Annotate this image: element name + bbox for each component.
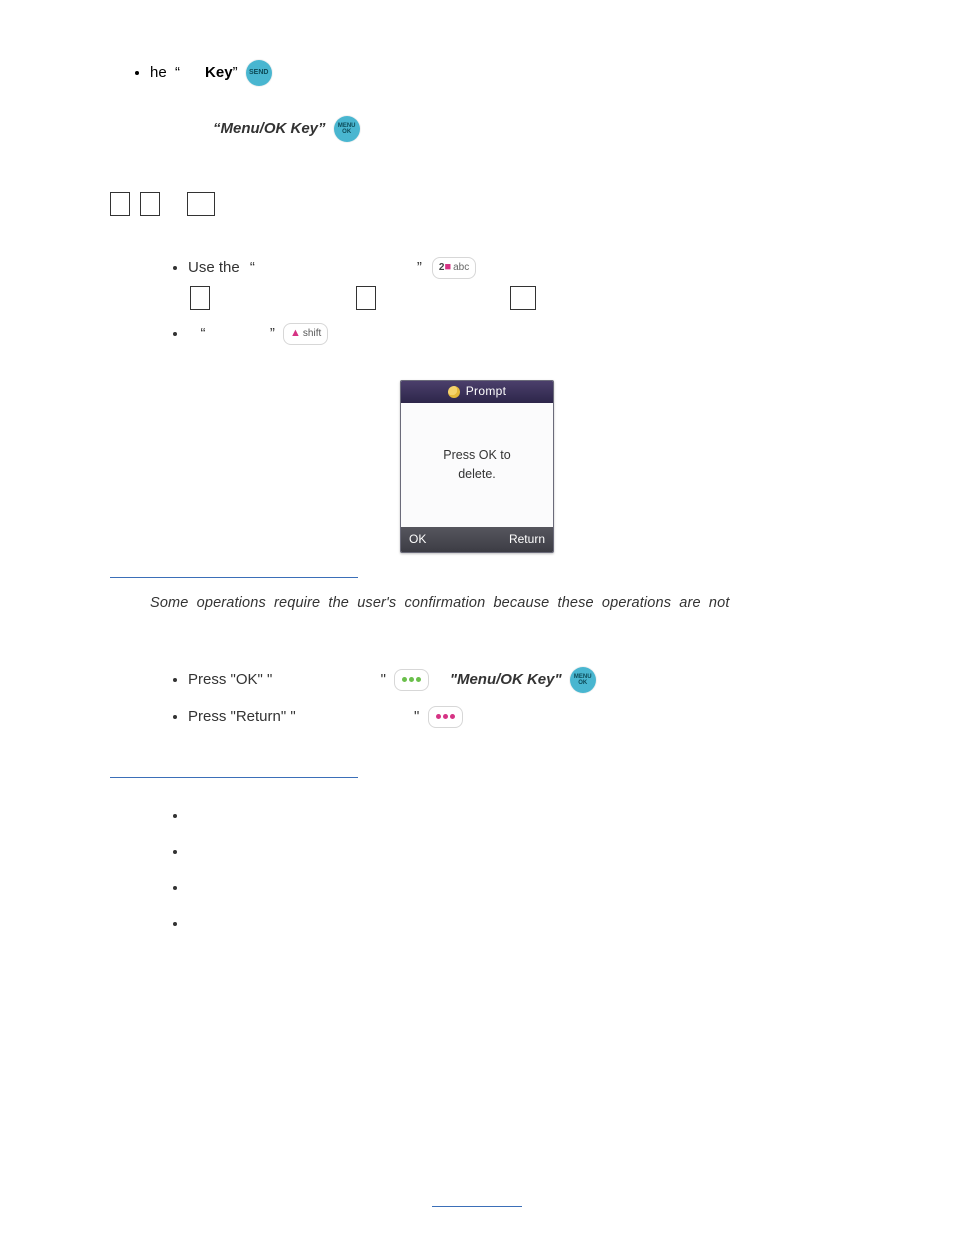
green-dots-pill: [394, 669, 429, 691]
menu-ok-line: “Menu/OK Key” MENUOK: [213, 116, 874, 142]
empty-box: [190, 286, 210, 310]
divider-line: [110, 777, 358, 778]
menu-ok-label: “Menu/OK Key”: [213, 120, 326, 137]
shift-text: shift: [303, 326, 321, 342]
device-softkeys: OK Return: [401, 527, 553, 552]
press-ok-text: Press "OK" ": [188, 671, 272, 688]
list-item: [188, 804, 874, 828]
three-dots-icon: [435, 709, 456, 725]
abc-text: abc: [453, 260, 469, 276]
device-body: Press OK to delete.: [401, 403, 553, 527]
send-key-badge: SEND: [246, 60, 272, 86]
menu-ok-label-text: Menu/OK Key: [221, 120, 319, 137]
document-page: he “ Key” SEND “Menu/OK Key” MENUOK Use …: [0, 0, 954, 1235]
bullet-list-middle: Use the “ ” 2 ■ abc “ ”: [80, 256, 874, 346]
footer-link-underline: [432, 1206, 522, 1207]
menu-ok-badge-text: MENUOK: [338, 123, 356, 135]
divider-line: [110, 577, 358, 578]
box-row: [108, 192, 874, 216]
softkey-return[interactable]: Return: [509, 530, 545, 549]
menu-ok-label-2: "Menu/OK Key": [450, 671, 562, 688]
bullet-list-top: he “ Key” SEND: [80, 60, 874, 86]
send-badge-text: SEND: [249, 69, 268, 76]
list-item: Press "Return" " ": [188, 705, 874, 729]
key-2abc-pill: 2 ■ abc: [432, 257, 476, 279]
use-the-text: Use the: [188, 256, 240, 280]
prompt-icon: [448, 386, 460, 398]
empty-box: [356, 286, 376, 310]
empty-box: [140, 192, 160, 216]
bullet-list-ok-return: Press "OK" " " "Menu/OK Key" MENUOK Pres…: [80, 667, 874, 729]
text-close-quote: ”: [417, 256, 422, 280]
empty-box: [110, 192, 130, 216]
device-body-line1: Press OK to: [443, 446, 510, 465]
device-titlebar: Prompt: [401, 381, 553, 403]
three-dots-icon: [401, 672, 422, 688]
bullet-list-empty: [80, 804, 874, 936]
tiny-glyph: ■: [444, 259, 451, 277]
note-text: Some operations require the user's confi…: [150, 592, 874, 615]
list-item: “ ” ▲ shift: [188, 322, 874, 346]
list-item: [188, 912, 874, 936]
key-bold-label: Key: [205, 64, 233, 81]
open-quote: “: [188, 325, 206, 342]
device-prompt-screenshot: Prompt Press OK to delete. OK Return: [400, 380, 554, 553]
end-quote: ": [381, 671, 386, 688]
device-title: Prompt: [466, 382, 506, 401]
list-item: [188, 840, 874, 864]
list-item: Use the “ ” 2 ■ abc: [188, 256, 874, 310]
use-the-line: Use the “ ” 2 ■ abc: [188, 256, 874, 280]
list-item: [188, 876, 874, 900]
menu-ok-badge-2-text: MENUOK: [574, 674, 592, 687]
pink-dots-pill: [428, 706, 463, 728]
softkey-ok[interactable]: OK: [409, 530, 426, 549]
empty-box: [187, 192, 215, 216]
arrow-up-icon: ▲: [290, 325, 301, 343]
menu-ok-badge-2: MENUOK: [570, 667, 596, 693]
device-body-line2: delete.: [458, 465, 496, 484]
shift-key-pill: ▲ shift: [283, 323, 328, 345]
list-item: he “ Key” SEND: [150, 60, 874, 86]
press-return-text: Press "Return" ": [188, 708, 296, 725]
close-quote: ”: [270, 325, 275, 342]
text-he: he: [150, 64, 167, 81]
list-item: Press "OK" " " "Menu/OK Key" MENUOK: [188, 667, 874, 693]
text-open-quote: “: [246, 256, 255, 280]
empty-box: [510, 286, 536, 310]
end-quote-2: ": [414, 708, 419, 725]
menu-ok-badge: MENUOK: [334, 116, 360, 142]
